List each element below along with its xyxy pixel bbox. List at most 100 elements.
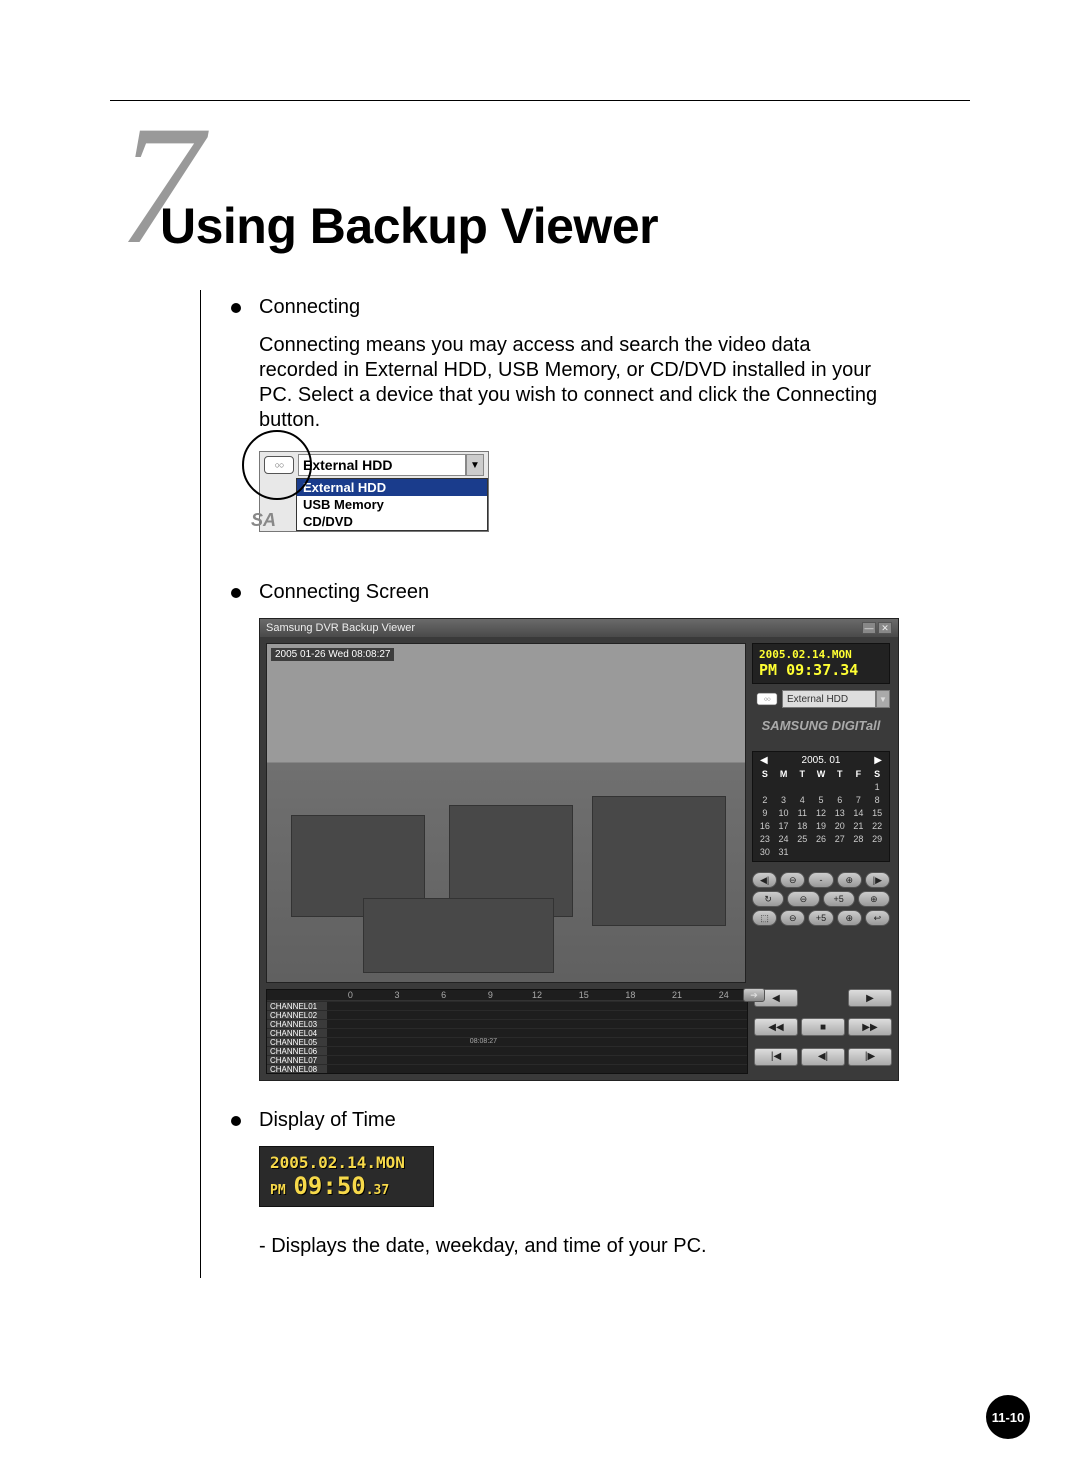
cal-cell[interactable]: 22 (868, 820, 886, 832)
cal-cell[interactable] (850, 846, 868, 858)
speed-pill[interactable]: |▶ (865, 872, 890, 888)
video-timestamp-overlay: 2005 01-26 Wed 08:08:27 (271, 648, 394, 661)
cal-cell[interactable]: 17 (775, 820, 793, 832)
cal-cell[interactable] (831, 781, 849, 793)
tl-hour: 12 (514, 990, 561, 1000)
skip-start-button[interactable]: |◀ (754, 1048, 798, 1066)
device-option[interactable]: CD/DVD (297, 513, 487, 530)
stop-button[interactable]: ■ (801, 1018, 845, 1036)
cal-cell[interactable]: 9 (756, 807, 774, 819)
cal-cell[interactable]: 24 (775, 833, 793, 845)
cal-cell[interactable] (812, 781, 830, 793)
cal-cell[interactable]: 29 (868, 833, 886, 845)
time-display-date: 2005.02.14.MON (270, 1153, 423, 1172)
channel-label: CHANNEL06 (267, 1047, 327, 1055)
cal-cell[interactable]: 4 (793, 794, 811, 806)
speed-pill[interactable]: ⊖ (780, 872, 805, 888)
speed-pill[interactable]: ⊖ (787, 891, 819, 907)
cal-day-header: M (775, 768, 793, 780)
tl-hour: 15 (560, 990, 607, 1000)
cal-cell[interactable]: 15 (868, 807, 886, 819)
cal-cell[interactable] (793, 781, 811, 793)
fast-fwd-button[interactable]: ▶▶ (848, 1018, 892, 1036)
cal-cell[interactable] (793, 846, 811, 858)
cal-cell[interactable] (850, 781, 868, 793)
viewer-device-combo[interactable]: External HDD ▼ (752, 690, 890, 708)
cal-cell[interactable] (831, 846, 849, 858)
time-prefix: PM (759, 661, 777, 679)
cal-cell[interactable]: 2 (756, 794, 774, 806)
speed-pill[interactable]: +5 (808, 910, 833, 926)
rewind-button[interactable]: ◀◀ (754, 1018, 798, 1036)
cal-cell[interactable]: 31 (775, 846, 793, 858)
cal-next-icon[interactable]: ▶ (870, 755, 886, 766)
brand-fragment: SA (251, 510, 276, 531)
section-heading-connecting-screen: Connecting Screen (231, 581, 880, 604)
cal-day-header: F (850, 768, 868, 780)
speed-pill[interactable]: ◀| (752, 872, 777, 888)
cal-cell[interactable]: 16 (756, 820, 774, 832)
channel-bar[interactable]: 08:08:27 (327, 1038, 747, 1046)
step-fwd-button[interactable]: |▶ (848, 1048, 892, 1066)
channel-bar[interactable] (327, 1065, 747, 1073)
cal-cell[interactable]: 3 (775, 794, 793, 806)
chevron-down-icon[interactable]: ▼ (466, 454, 484, 476)
cal-cell[interactable] (775, 781, 793, 793)
cal-cell[interactable]: 18 (793, 820, 811, 832)
speed-pill[interactable]: ↻ (752, 891, 784, 907)
cal-cell[interactable]: 13 (831, 807, 849, 819)
channel-bar[interactable] (327, 1020, 747, 1028)
cal-cell[interactable]: 1 (868, 781, 886, 793)
step-back-button[interactable]: ◀| (801, 1048, 845, 1066)
cal-cell[interactable]: 26 (812, 833, 830, 845)
speed-pill[interactable]: ↩ (865, 910, 890, 926)
disk-icon[interactable] (264, 456, 294, 474)
channel-bar[interactable] (327, 1002, 747, 1010)
device-option[interactable]: USB Memory (297, 496, 487, 513)
cal-cell[interactable]: 14 (850, 807, 868, 819)
cal-cell[interactable]: 6 (831, 794, 849, 806)
close-icon[interactable]: ✕ (878, 622, 892, 634)
speed-pill[interactable]: ⊕ (837, 872, 862, 888)
device-option[interactable]: External HDD (297, 479, 487, 496)
cal-cell[interactable] (756, 781, 774, 793)
cal-cell[interactable]: 27 (831, 833, 849, 845)
cal-cell[interactable]: 19 (812, 820, 830, 832)
channel-bar[interactable] (327, 1029, 747, 1037)
cal-prev-icon[interactable]: ◀ (756, 755, 772, 766)
cal-cell[interactable]: 28 (850, 833, 868, 845)
channel-label: CHANNEL01 (267, 1002, 327, 1010)
playback-controls: ◀ ▶ ◀◀ ■ ▶▶ |◀ ◀| |▶ (754, 989, 892, 1074)
cal-cell[interactable]: 20 (831, 820, 849, 832)
cal-cell[interactable] (868, 846, 886, 858)
cal-cell[interactable]: 10 (775, 807, 793, 819)
timeline-go-icon[interactable]: ➔ (743, 988, 765, 1002)
play-fwd-button[interactable]: ▶ (848, 989, 892, 1007)
speed-pill[interactable]: ⊕ (837, 910, 862, 926)
speed-pill[interactable]: - (808, 872, 833, 888)
cal-cell[interactable] (812, 846, 830, 858)
tl-hour: 18 (607, 990, 654, 1000)
device-combo[interactable]: External HDD (298, 454, 466, 476)
cal-cell[interactable]: 30 (756, 846, 774, 858)
cal-cell[interactable]: 21 (850, 820, 868, 832)
cal-cell[interactable]: 8 (868, 794, 886, 806)
cal-cell[interactable]: 7 (850, 794, 868, 806)
speed-pill[interactable]: ⬚ (752, 910, 777, 926)
chevron-down-icon[interactable]: ▼ (876, 690, 890, 708)
speed-pill[interactable]: +5 (823, 891, 855, 907)
channel-bar[interactable] (327, 1011, 747, 1019)
speed-pill[interactable]: ⊖ (780, 910, 805, 926)
channel-bar[interactable] (327, 1056, 747, 1064)
speed-pill[interactable]: ⊕ (858, 891, 890, 907)
cal-cell[interactable]: 23 (756, 833, 774, 845)
cal-cell[interactable]: 5 (812, 794, 830, 806)
cal-cell[interactable]: 11 (793, 807, 811, 819)
cal-cell[interactable]: 12 (812, 807, 830, 819)
minimize-icon[interactable]: — (862, 622, 876, 634)
cal-cell[interactable]: 25 (793, 833, 811, 845)
cal-day-header: S (756, 768, 774, 780)
channel-bar[interactable] (327, 1047, 747, 1055)
viewer-date: 2005.02.14.MON (759, 648, 883, 661)
channel-label: CHANNEL02 (267, 1011, 327, 1019)
